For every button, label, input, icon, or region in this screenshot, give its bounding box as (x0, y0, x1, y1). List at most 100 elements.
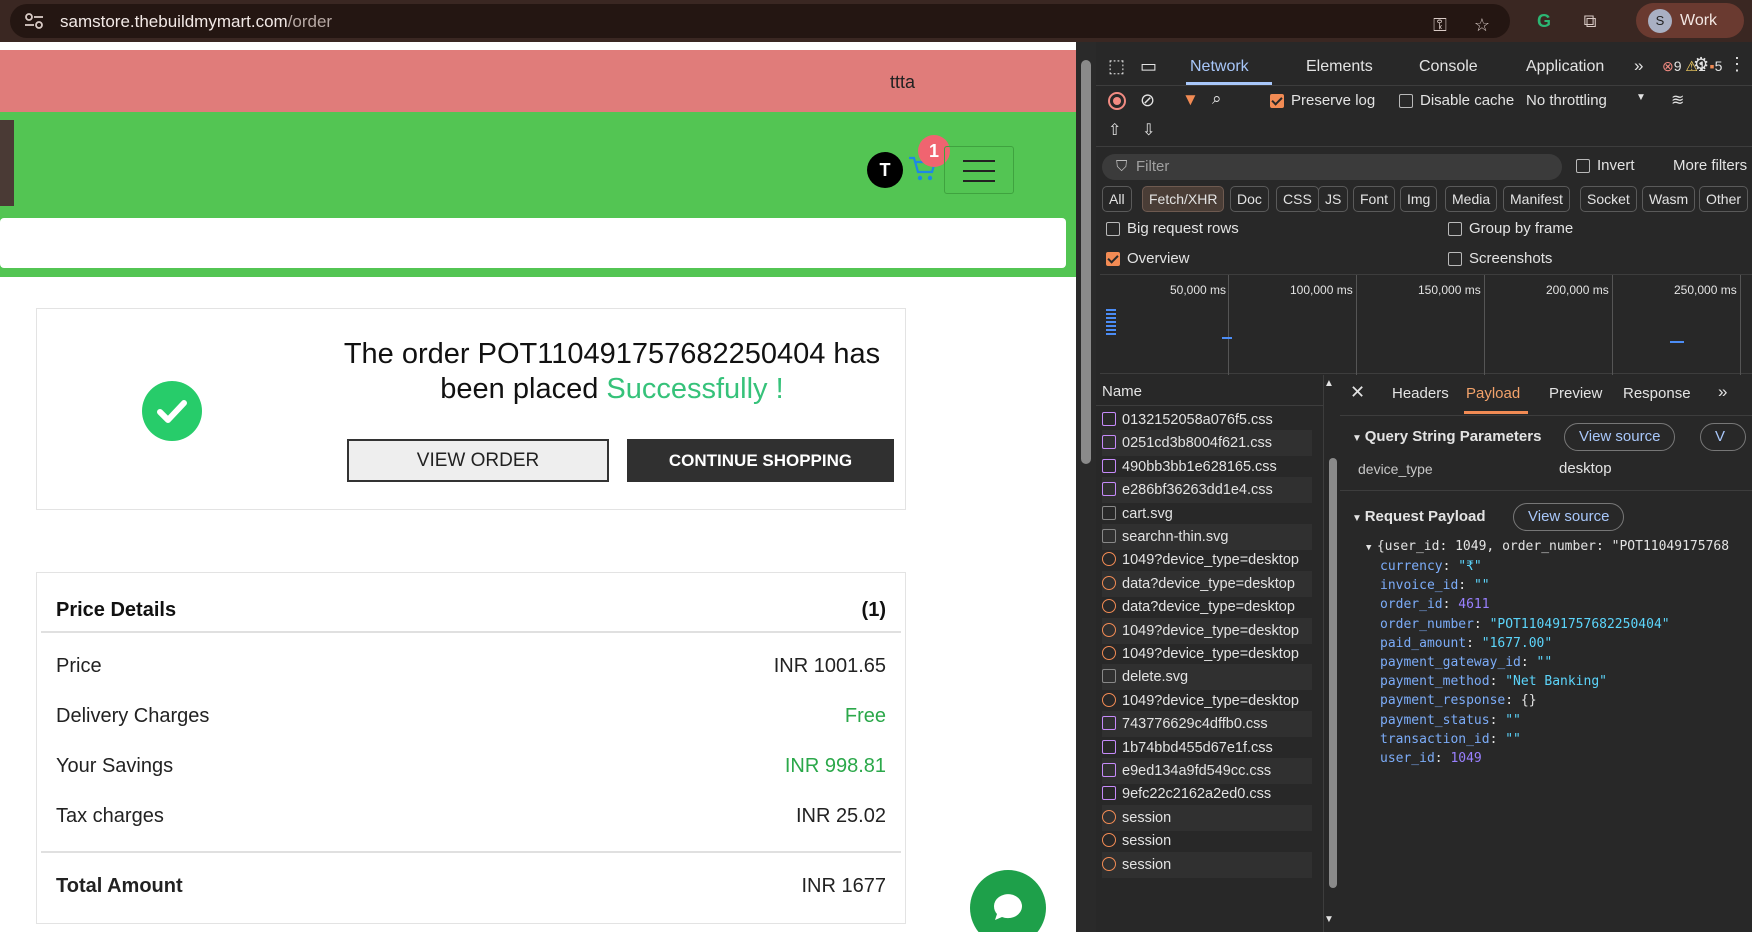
preserve-log-checkbox[interactable] (1270, 94, 1284, 108)
request-row[interactable]: 743776629c4dffb0.css (1102, 711, 1312, 738)
filter-input[interactable]: ⛉ Filter (1102, 154, 1562, 180)
view-source-button[interactable]: View source (1513, 503, 1625, 531)
address-bar[interactable]: samstore.thebuildmymart.com/order ⚿ ☆ (10, 4, 1510, 38)
user-avatar[interactable]: T (867, 152, 903, 188)
request-row[interactable]: delete.svg (1102, 664, 1312, 691)
view-source-button-secondary[interactable]: V (1700, 423, 1747, 451)
page-scrollbar-thumb[interactable] (1081, 60, 1091, 464)
request-row[interactable]: 1b74bbd455d67e1f.css (1102, 735, 1312, 761)
request-row[interactable]: 490bb3bb1e628165.css (1102, 454, 1312, 480)
request-list-scrollbar[interactable] (1328, 424, 1338, 924)
more-filters-button[interactable]: More filters (1673, 157, 1747, 174)
clear-icon[interactable]: ⊘ (1140, 90, 1155, 111)
price-value: INR 1001.65 (773, 655, 886, 677)
extensions-puzzle-icon[interactable]: ⧉ (1578, 9, 1602, 33)
type-filter-socket[interactable]: Socket (1580, 186, 1637, 212)
request-list-scrollbar-thumb[interactable] (1329, 458, 1337, 888)
big-request-rows-checkbox[interactable] (1106, 222, 1120, 236)
throttling-select[interactable]: No throttling (1526, 92, 1607, 109)
type-filter-other[interactable]: Other (1699, 186, 1749, 212)
request-row[interactable]: 0132152058a076f5.css (1102, 407, 1312, 433)
request-row[interactable]: data?device_type=desktop (1102, 594, 1312, 620)
request-payload-title: Request Payload (1364, 508, 1486, 525)
request-row[interactable]: 1049?device_type=desktop (1102, 547, 1312, 573)
chevron-down-icon[interactable]: ▼ (1636, 92, 1646, 103)
request-row[interactable]: 1049?device_type=desktop (1102, 641, 1312, 667)
continue-shopping-button[interactable]: CONTINUE SHOPPING (627, 439, 894, 482)
import-har-icon[interactable]: ⇧ (1108, 120, 1121, 140)
scroll-up-arrow-icon[interactable]: ▲ (1324, 378, 1334, 389)
tab-application[interactable]: Application (1526, 58, 1604, 76)
device-toolbar-icon[interactable]: ▭ (1140, 56, 1157, 77)
request-row[interactable]: session (1102, 851, 1312, 878)
tab-console[interactable]: Console (1419, 58, 1478, 76)
tab-elements[interactable]: Elements (1306, 58, 1373, 76)
network-conditions-icon[interactable]: ≋ (1671, 90, 1684, 110)
request-row[interactable]: e286bf36263dd1e4.css (1102, 477, 1312, 504)
query-params-section[interactable]: ▼ Query String Parameters (1352, 428, 1541, 445)
price-details-card: Price Details (1) Price INR 1001.65 Deli… (36, 572, 906, 924)
disable-cache-checkbox[interactable] (1399, 94, 1413, 108)
request-payload-section[interactable]: ▼ Request Payload (1352, 508, 1486, 525)
page-scrollbar[interactable] (1076, 42, 1096, 932)
request-row[interactable]: searchn-thin.svg (1102, 524, 1312, 550)
type-filter-js[interactable]: JS (1318, 186, 1349, 212)
request-row[interactable]: e9ed134a9fd549cc.css (1102, 758, 1312, 784)
type-filter-img[interactable]: Img (1400, 186, 1438, 212)
detail-tab-headers[interactable]: Headers (1392, 385, 1449, 402)
grammarly-extension-icon[interactable]: G (1532, 9, 1556, 33)
password-key-icon[interactable]: ⚿ (1428, 13, 1452, 37)
group-by-frame-checkbox[interactable] (1448, 222, 1462, 236)
type-filter-all[interactable]: All (1102, 186, 1132, 212)
request-row[interactable]: 1049?device_type=desktop (1102, 688, 1312, 714)
request-row[interactable]: 0251cd3b8004f621.css (1102, 430, 1312, 457)
more-options-icon[interactable]: ⋮ (1728, 54, 1746, 75)
type-filter-css[interactable]: CSS (1276, 186, 1319, 212)
record-stop-icon[interactable] (1108, 92, 1126, 110)
type-filter-wasm[interactable]: Wasm (1642, 186, 1696, 212)
request-row[interactable]: session (1102, 828, 1312, 854)
request-row[interactable]: data?device_type=desktop (1102, 570, 1312, 597)
type-filter-font[interactable]: Font (1353, 186, 1396, 212)
username[interactable]: ttta (890, 72, 915, 93)
name-column-header[interactable]: Name (1102, 383, 1142, 400)
scroll-down-arrow-icon[interactable]: ▼ (1324, 914, 1334, 925)
type-filter-fetch-xhr[interactable]: Fetch/XHR (1142, 186, 1225, 212)
payload-summary[interactable]: ▼ {user_id: 1049, order_number: "POT1104… (1366, 539, 1729, 554)
site-info-icon[interactable] (24, 12, 44, 30)
settings-gear-icon[interactable]: ⚙ (1693, 54, 1709, 75)
bookmark-star-icon[interactable]: ☆ (1470, 13, 1494, 37)
tab-network[interactable]: Network (1190, 58, 1249, 76)
css-file-icon (1102, 786, 1116, 801)
detail-tab-response[interactable]: Response (1623, 385, 1691, 402)
request-row[interactable]: session (1102, 804, 1312, 831)
xhr-file-icon (1102, 646, 1116, 660)
view-order-button[interactable]: VIEW ORDER (347, 439, 609, 482)
type-filter-doc[interactable]: Doc (1230, 186, 1269, 212)
profile-button[interactable]: S Work (1636, 3, 1744, 38)
network-overview-timeline[interactable]: 50,000 ms 100,000 ms 150,000 ms 200,000 … (1100, 274, 1752, 375)
close-icon[interactable]: ✕ (1350, 382, 1365, 403)
chat-widget-button[interactable] (970, 870, 1046, 932)
invert-checkbox[interactable] (1576, 159, 1590, 173)
site-logo[interactable] (0, 120, 14, 206)
search-icon[interactable]: ⌕ (1212, 89, 1222, 109)
inspect-element-icon[interactable]: ⬚ (1108, 56, 1125, 77)
hamburger-menu-button[interactable] (944, 146, 1014, 194)
more-tabs-icon[interactable]: » (1634, 56, 1643, 76)
overview-checkbox[interactable] (1106, 252, 1120, 266)
invert-label: Invert (1597, 157, 1635, 174)
request-row[interactable]: cart.svg (1102, 501, 1312, 527)
view-source-button[interactable]: View source (1564, 423, 1676, 451)
detail-tab-payload[interactable]: Payload (1466, 385, 1520, 402)
screenshots-checkbox[interactable] (1448, 252, 1462, 266)
filter-funnel-icon[interactable]: ▼ (1182, 90, 1199, 110)
search-bar[interactable] (0, 218, 1066, 268)
type-filter-media[interactable]: Media (1445, 186, 1498, 212)
request-row[interactable]: 1049?device_type=desktop (1102, 617, 1312, 644)
type-filter-manifest[interactable]: Manifest (1503, 186, 1570, 212)
request-row[interactable]: 9efc22c2162a2ed0.css (1102, 781, 1312, 807)
detail-tab-preview[interactable]: Preview (1549, 385, 1602, 402)
more-tabs-icon[interactable]: » (1718, 382, 1727, 402)
export-har-icon[interactable]: ⇩ (1142, 120, 1155, 140)
